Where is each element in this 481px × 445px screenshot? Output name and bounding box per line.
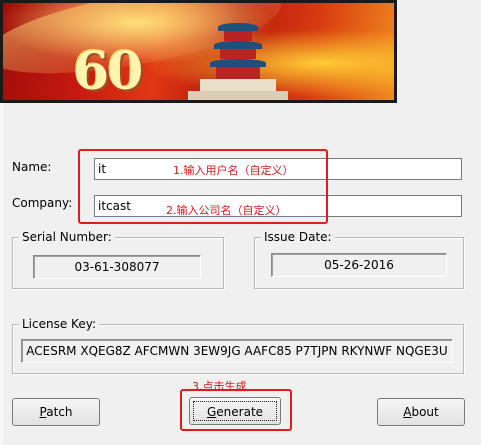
company-label: Company: bbox=[12, 196, 73, 210]
license-key-value: ACESRM XQEG8Z AFCMWN 3EW9JG AAFC85 P7TJP… bbox=[21, 339, 453, 363]
window-edge bbox=[0, 103, 3, 445]
highlight-box-fields bbox=[78, 149, 328, 224]
name-label: Name: bbox=[12, 160, 52, 174]
generate-focus-ring: Generate bbox=[193, 401, 277, 421]
banner-60-logo: 60 bbox=[73, 41, 143, 102]
issue-date-value: 05-26-2016 bbox=[271, 253, 447, 277]
about-button[interactable]: About bbox=[377, 398, 465, 426]
patch-label: atch bbox=[46, 405, 73, 419]
about-label: bout bbox=[411, 405, 439, 419]
serial-number-group: Serial Number: 03-61-308077 bbox=[12, 230, 224, 289]
patch-button[interactable]: Patch bbox=[12, 398, 100, 426]
generate-label-accel: G bbox=[206, 405, 217, 419]
banner-image: 60 bbox=[0, 0, 397, 103]
temple-graphic bbox=[188, 9, 288, 100]
generate-button[interactable]: Generate bbox=[189, 397, 281, 425]
issue-date-label: Issue Date: bbox=[261, 230, 335, 244]
generate-label: enerate bbox=[216, 405, 264, 419]
issue-date-group: Issue Date: 05-26-2016 bbox=[254, 230, 464, 289]
serial-number-value: 03-61-308077 bbox=[33, 255, 201, 279]
serial-number-label: Serial Number: bbox=[19, 230, 115, 244]
license-key-label: License Key: bbox=[19, 317, 99, 331]
license-key-group: License Key: ACESRM XQEG8Z AFCMWN 3EW9JG… bbox=[12, 317, 464, 374]
